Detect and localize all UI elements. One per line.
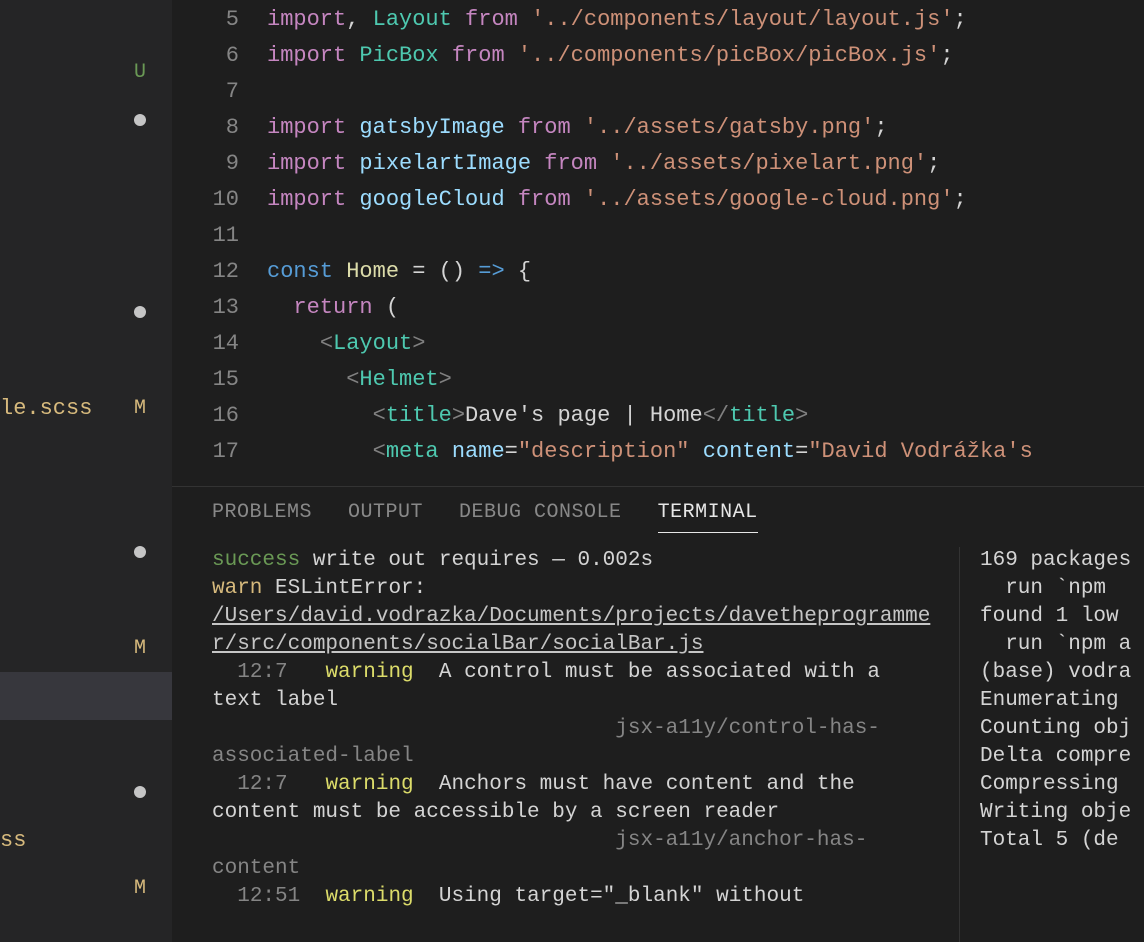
panel-tab-output[interactable]: OUTPUT [348, 501, 423, 533]
panel-tab-problems[interactable]: PROBLEMS [212, 501, 312, 533]
modified-dot-icon [134, 114, 146, 126]
panel-tab-debug-console[interactable]: DEBUG CONSOLE [459, 501, 622, 533]
code-line[interactable]: <Helmet> [267, 362, 1144, 398]
git-status-badge: U [134, 61, 146, 84]
code-line[interactable]: import, Layout from '../components/layou… [267, 2, 1144, 38]
terminal-line: 169 packages [980, 547, 1144, 575]
line-number: 13 [172, 290, 239, 326]
sidebar-row[interactable]: le.scss M [0, 384, 172, 432]
line-number: 12 [172, 254, 239, 290]
terminal-line: 12:7 warning Anchors must have content a… [212, 771, 939, 827]
code-line[interactable]: import pixelartImage from '../assets/pix… [267, 146, 1144, 182]
terminal-left-pane[interactable]: success write out requires — 0.002swarn … [212, 547, 960, 942]
terminal-line: 12:7 warning A control must be associate… [212, 659, 939, 715]
code-line[interactable] [267, 74, 1144, 110]
sidebar-row[interactable] [0, 96, 172, 144]
line-number: 10 [172, 182, 239, 218]
sidebar-row[interactable] [0, 528, 172, 576]
file-name-label: ss [0, 828, 26, 853]
panel-tab-terminal[interactable]: TERMINAL [658, 501, 758, 533]
line-number: 16 [172, 398, 239, 434]
code-content[interactable]: import, Layout from '../components/layou… [267, 2, 1144, 486]
sidebar-row[interactable]: M [0, 864, 172, 912]
code-line[interactable] [267, 218, 1144, 254]
terminal-line: run `npm a [980, 631, 1144, 659]
sidebar-row[interactable] [0, 0, 172, 48]
terminal-line: Compressing [980, 771, 1144, 799]
line-number: 7 [172, 74, 239, 110]
line-number: 17 [172, 434, 239, 470]
code-editor[interactable]: 567891011121314151617 import, Layout fro… [172, 0, 1144, 486]
sidebar-row[interactable] [0, 672, 172, 720]
terminal-line: jsx-a11y/anchor-has-content [212, 827, 939, 883]
line-number: 14 [172, 326, 239, 362]
terminal-line: run `npm [980, 575, 1144, 603]
line-number-gutter: 567891011121314151617 [172, 2, 267, 486]
git-status-badge: M [134, 877, 146, 900]
sidebar-row[interactable] [0, 240, 172, 288]
sidebar-row[interactable] [0, 768, 172, 816]
sidebar-row[interactable] [0, 144, 172, 192]
bottom-panel: PROBLEMS OUTPUT DEBUG CONSOLE TERMINAL succ… [172, 486, 1144, 942]
code-line[interactable]: import gatsbyImage from '../assets/gatsb… [267, 110, 1144, 146]
code-line[interactable]: import googleCloud from '../assets/googl… [267, 182, 1144, 218]
terminal-line: Counting obj [980, 715, 1144, 743]
sidebar-row[interactable] [0, 576, 172, 624]
terminal-line: Writing obje [980, 799, 1144, 827]
file-explorer-sidebar[interactable]: Ule.scss M Mss M [0, 0, 172, 942]
terminal-line: Delta compre [980, 743, 1144, 771]
line-number: 5 [172, 2, 239, 38]
git-status-badge: M [134, 397, 146, 420]
sidebar-row[interactable] [0, 432, 172, 480]
terminal-line: (base) vodra [980, 659, 1144, 687]
terminal-line: found 1 low [980, 603, 1144, 631]
terminal-line: jsx-a11y/control-has-associated-label [212, 715, 939, 771]
git-status-badge: M [134, 637, 146, 660]
line-number: 15 [172, 362, 239, 398]
panel-tabs: PROBLEMS OUTPUT DEBUG CONSOLE TERMINAL [172, 487, 1144, 543]
terminal-right-pane[interactable]: 169 packages run `npm found 1 low run `n… [960, 547, 1144, 942]
modified-dot-icon [134, 786, 146, 798]
code-line[interactable]: const Home = () => { [267, 254, 1144, 290]
code-line[interactable]: return ( [267, 290, 1144, 326]
code-line[interactable]: <Layout> [267, 326, 1144, 362]
modified-dot-icon [134, 546, 146, 558]
sidebar-row[interactable] [0, 480, 172, 528]
terminal-line: warn ESLintError: [212, 575, 939, 603]
file-name-label: le.scss [0, 396, 92, 421]
modified-dot-icon [134, 306, 146, 318]
code-line[interactable]: <meta name="description" content="David … [267, 434, 1144, 470]
code-line[interactable]: import PicBox from '../components/picBox… [267, 38, 1144, 74]
code-line[interactable]: <title>Dave's page | Home</title> [267, 398, 1144, 434]
line-number: 8 [172, 110, 239, 146]
sidebar-row[interactable]: ss [0, 816, 172, 864]
line-number: 9 [172, 146, 239, 182]
terminal-line: Enumerating [980, 687, 1144, 715]
sidebar-row[interactable]: U [0, 48, 172, 96]
terminal-line: Total 5 (de [980, 827, 1144, 855]
terminal-line: success write out requires — 0.002s [212, 547, 939, 575]
sidebar-row[interactable] [0, 720, 172, 768]
terminal-body[interactable]: success write out requires — 0.002swarn … [172, 543, 1144, 942]
line-number: 6 [172, 38, 239, 74]
line-number: 11 [172, 218, 239, 254]
terminal-line: 12:51 warning Using target="_blank" with… [212, 883, 939, 911]
terminal-line: /Users/david.vodrazka/Documents/projects… [212, 603, 939, 659]
sidebar-row[interactable] [0, 192, 172, 240]
sidebar-row[interactable]: M [0, 624, 172, 672]
sidebar-row[interactable] [0, 336, 172, 384]
sidebar-row[interactable] [0, 288, 172, 336]
